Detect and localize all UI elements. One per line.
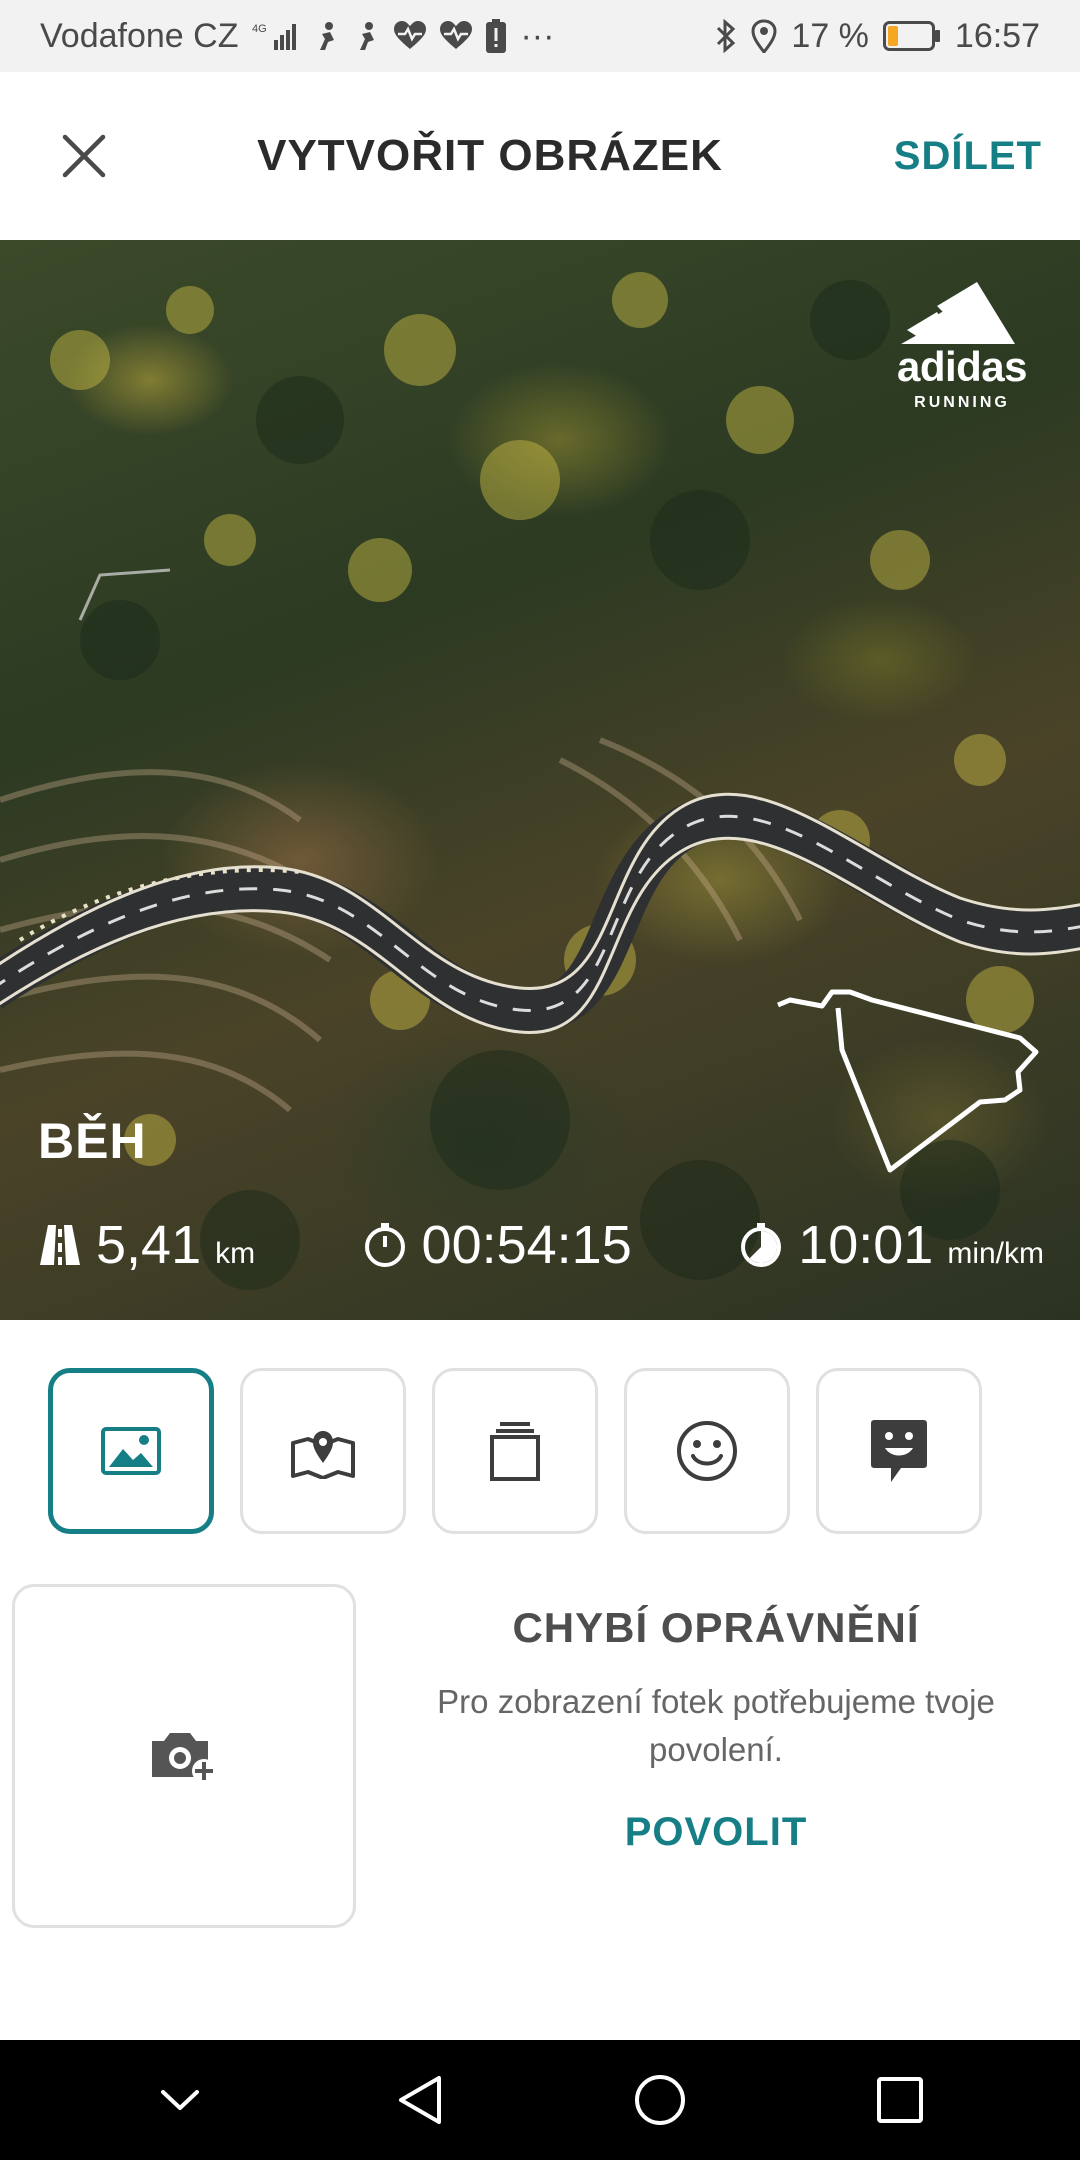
adidas-stripes-icon (901, 282, 1015, 344)
layers-icon (490, 1422, 540, 1481)
run-notification-icon (354, 20, 380, 52)
distance-unit: km (215, 1237, 256, 1270)
pace-unit: min/km (947, 1237, 1044, 1270)
signal-icon: 4G (252, 20, 300, 52)
heart-rate-icon (394, 21, 427, 51)
hide-keyboard-button[interactable] (135, 2055, 225, 2145)
status-left: Vodafone CZ 4G ··· (40, 17, 554, 56)
duration-stat: 00:54:15 (362, 1214, 632, 1276)
distance-stat: 5,41 km (38, 1214, 255, 1276)
back-icon (399, 2076, 441, 2124)
back-button[interactable] (375, 2055, 465, 2145)
sticker-icon (871, 1420, 927, 1482)
stopwatch-icon (362, 1222, 408, 1268)
page-title-text: VYTVOŘIT OBRÁZEK (257, 131, 723, 180)
permission-panel: CHYBÍ OPRÁVNĚNÍ Pro zobrazení fotek potř… (376, 1584, 1056, 1928)
system-nav-bar (0, 2040, 1080, 2160)
recents-icon (877, 2077, 923, 2123)
add-photo-camera-icon (152, 1733, 216, 1783)
tool-map[interactable] (240, 1368, 406, 1534)
home-button[interactable] (615, 2055, 705, 2145)
permission-title: CHYBÍ OPRÁVNĚNÍ (512, 1604, 920, 1651)
stats-row: 5,41 km 00:54:15 10:01 min/km (38, 1210, 1044, 1280)
tool-background-photo[interactable] (48, 1368, 214, 1534)
battery-alert-icon (486, 19, 507, 53)
brand-logo: adidas RUNNING (882, 278, 1042, 412)
status-right: 17 % 16:57 (715, 17, 1040, 56)
home-icon (635, 2075, 685, 2125)
duration-value: 00:54:15 (421, 1215, 632, 1275)
carrier-name: Vodafone CZ (40, 16, 239, 55)
battery-percent: 17 % (791, 16, 869, 55)
run-notification-icon (314, 20, 340, 52)
allow-button[interactable]: POVOLIT (625, 1810, 808, 1855)
chevron-down-icon (161, 2090, 199, 2110)
editor-toolbar (48, 1368, 982, 1536)
more-notifications: ··· (520, 16, 555, 55)
brand-sub: RUNNING (914, 394, 1010, 411)
heart-rate-icon (440, 21, 473, 51)
location-icon (751, 19, 777, 53)
tool-layout[interactable] (432, 1368, 598, 1534)
image-icon (101, 1427, 161, 1475)
photo-preview: adidas RUNNING BĚH 5,41 km 00:54:15 10:0… (0, 240, 1080, 1320)
road-icon (38, 1223, 82, 1267)
add-photo-tile[interactable] (12, 1584, 356, 1928)
map-icon (291, 1431, 355, 1479)
distance-value: 5,41 (96, 1215, 202, 1275)
pace-stat: 10:01 min/km (738, 1214, 1044, 1276)
pace-icon (738, 1222, 784, 1268)
bluetooth-icon (715, 19, 737, 53)
brand-name: adidas (896, 343, 1028, 390)
pace-value: 10:01 (798, 1215, 934, 1275)
status-bar: Vodafone CZ 4G ··· 17 % 16:57 (0, 0, 1080, 72)
network-type: 4G (252, 23, 267, 35)
activity-type: BĚH (38, 1113, 147, 1169)
recents-button[interactable] (855, 2055, 945, 2145)
clock: 16:57 (954, 16, 1040, 55)
permission-message: Pro zobrazení fotek potřebujeme tvoje po… (437, 1683, 995, 1768)
smiley-icon (677, 1421, 737, 1481)
tool-sticker[interactable] (816, 1368, 982, 1534)
battery-icon (882, 21, 941, 51)
app-header: VYTVOŘIT OBRÁZEK SDÍLET (0, 72, 1080, 240)
share-button[interactable]: SDÍLET (894, 72, 1042, 240)
tool-emoji[interactable] (624, 1368, 790, 1534)
